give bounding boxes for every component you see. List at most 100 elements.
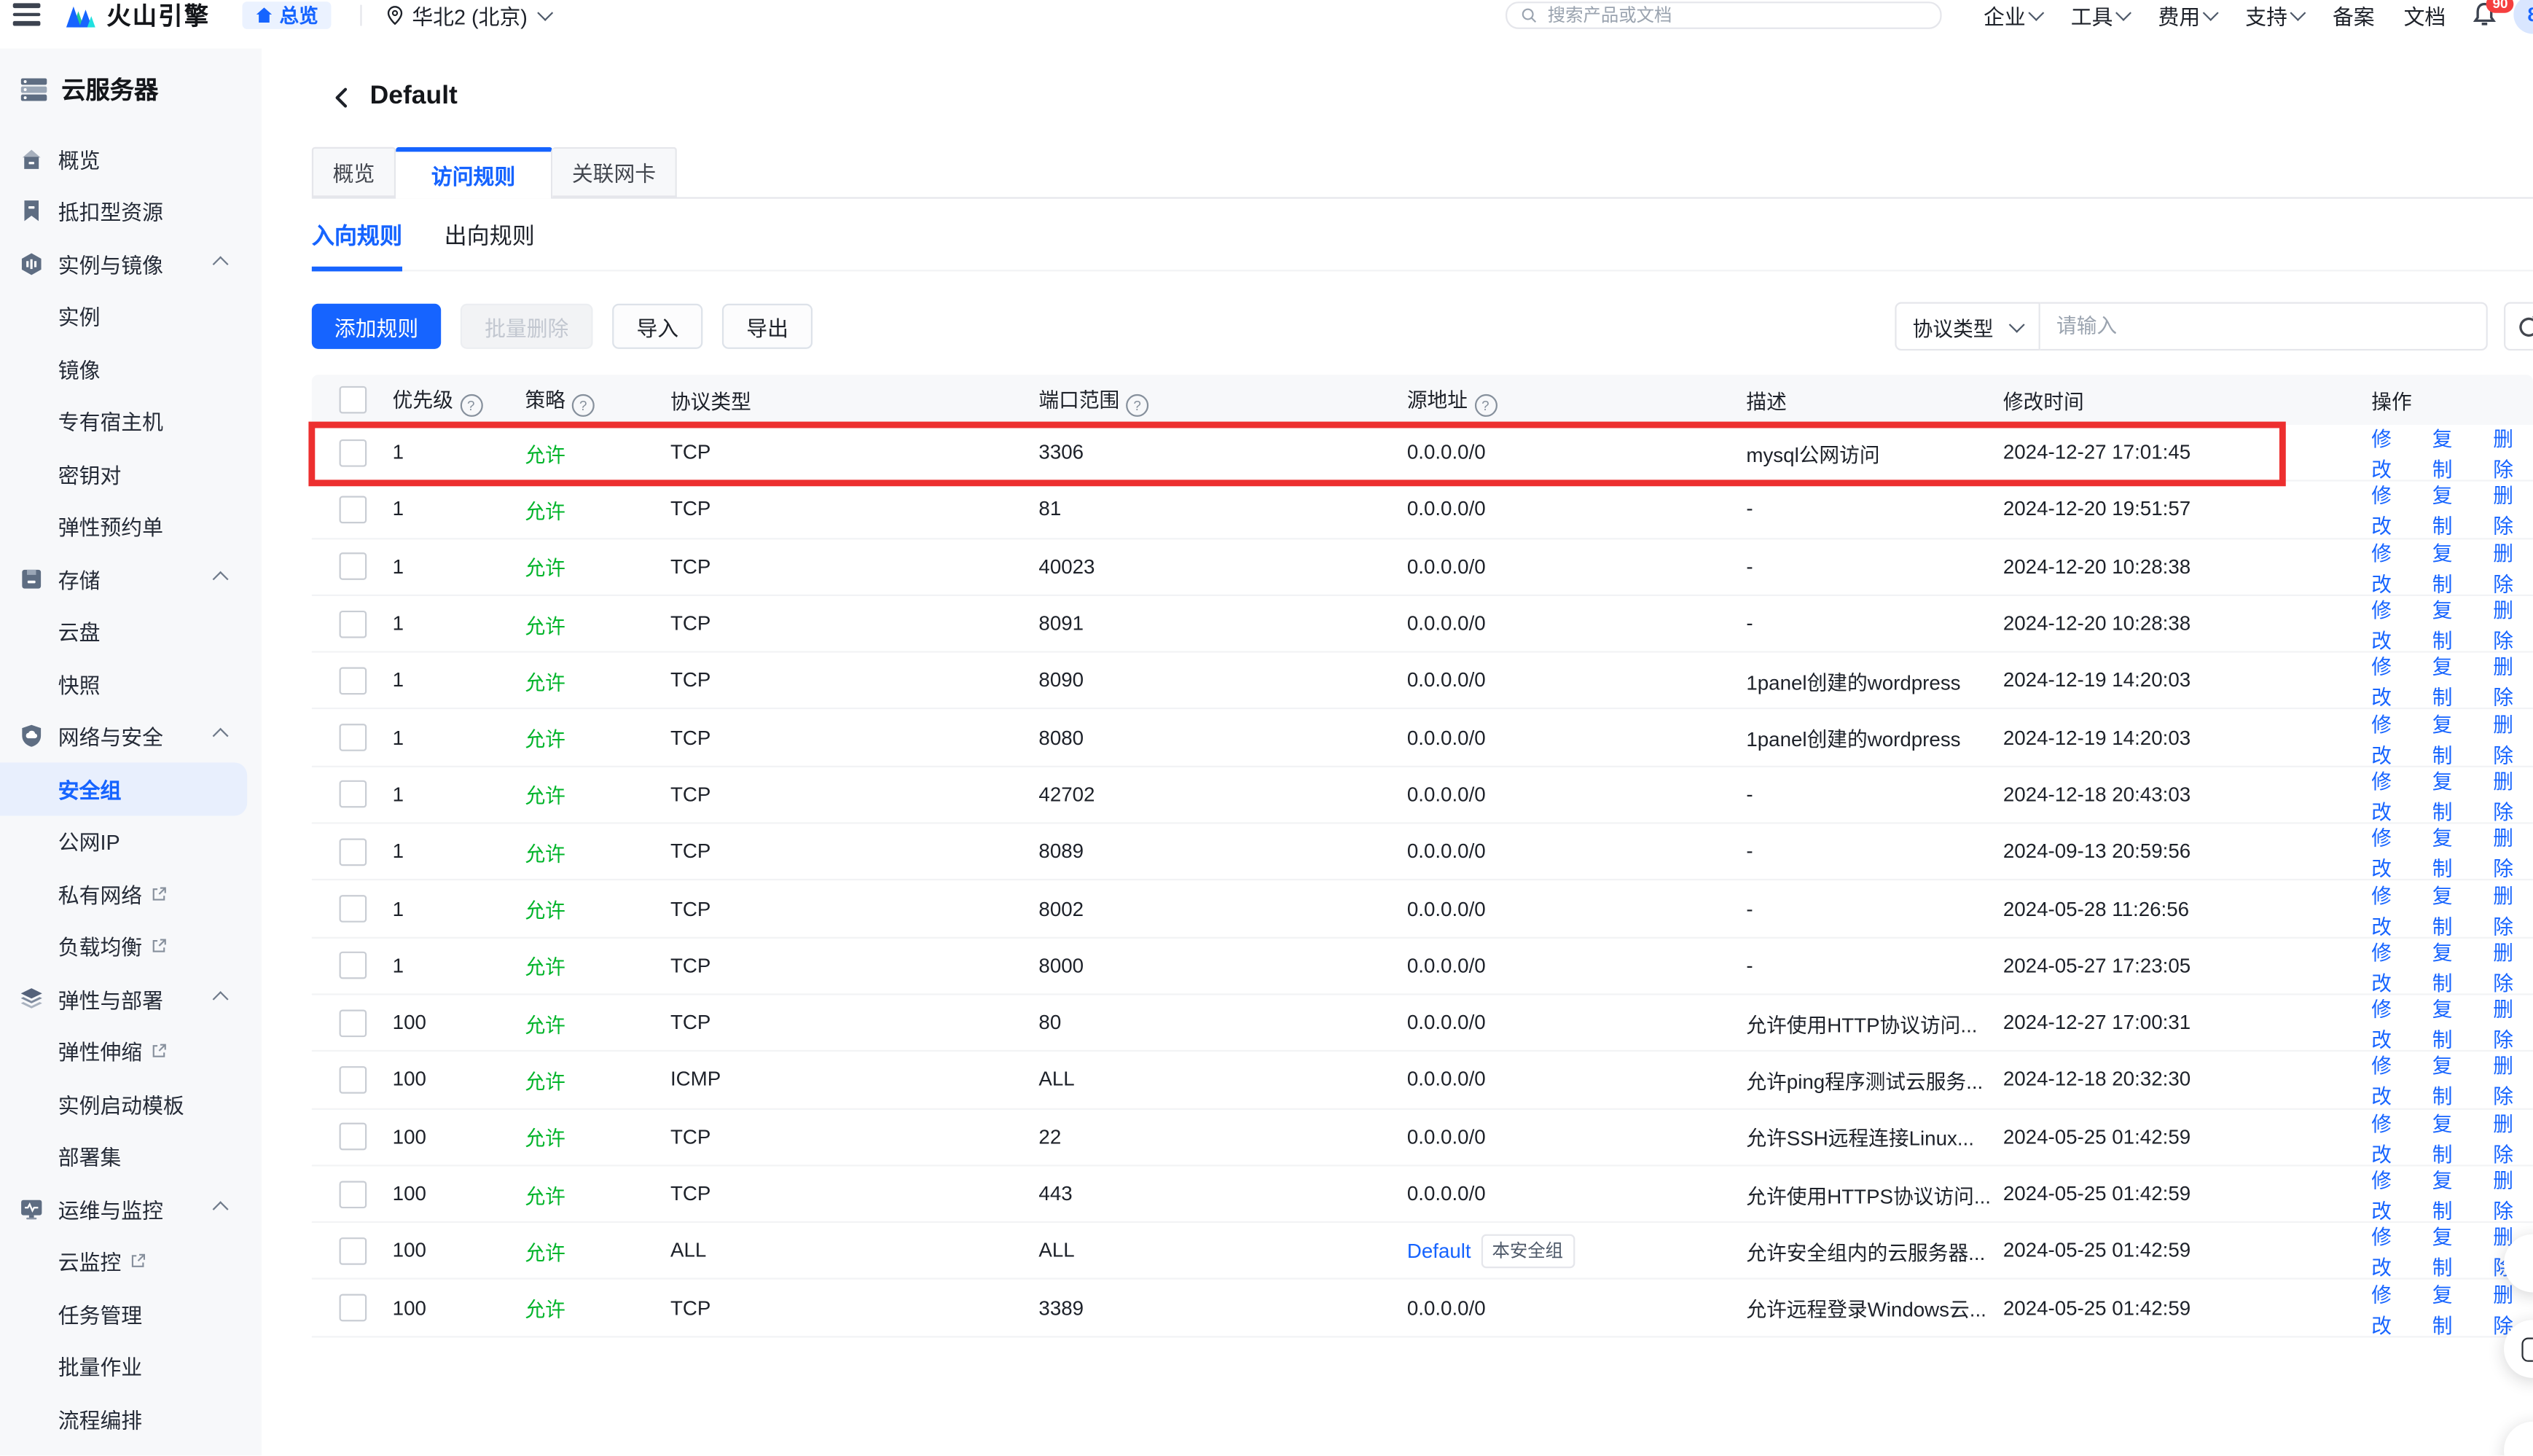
copy-link[interactable]: 复制 [2432,1277,2473,1339]
edit-link[interactable]: 修改 [2371,821,2411,882]
sidebar-item[interactable]: 运维与监控 [0,1183,262,1235]
edit-link[interactable]: 修改 [2371,992,2411,1053]
region-selector[interactable]: 华北2 (北京) [385,0,550,30]
refresh-button[interactable] [2504,302,2533,351]
sidebar-item[interactable]: 概览 [0,133,262,185]
delete-link[interactable]: 删除 [2493,878,2533,939]
row-checkbox[interactable] [340,952,367,979]
copy-link[interactable]: 复制 [2432,536,2473,597]
copy-link[interactable]: 复制 [2432,479,2473,540]
delete-link[interactable]: 删除 [2493,650,2533,711]
copy-link[interactable]: 复制 [2432,764,2473,825]
sidebar-item[interactable]: 快照 [0,657,262,710]
delete-link[interactable]: 删除 [2493,593,2533,654]
edit-link[interactable]: 修改 [2371,593,2411,654]
sidebar-item[interactable]: 抵扣型资源 [0,185,262,238]
copy-link[interactable]: 复制 [2432,992,2473,1053]
row-checkbox[interactable] [340,439,367,466]
select-all-checkbox[interactable] [340,386,367,414]
help-icon[interactable]: ? [460,394,482,417]
copy-link[interactable]: 复制 [2432,1049,2473,1111]
export-button[interactable]: 导出 [722,304,813,349]
copy-link[interactable]: 复制 [2432,707,2473,768]
delete-link[interactable]: 删除 [2493,992,2533,1053]
add-rule-button[interactable]: 添加规则 [312,304,441,349]
row-checkbox[interactable] [340,1009,367,1037]
help-icon[interactable]: ? [572,394,595,417]
copy-link[interactable]: 复制 [2432,935,2473,996]
logo[interactable]: 火山引擎 [66,0,210,31]
filter-input[interactable] [2040,302,2488,351]
row-checkbox[interactable] [340,496,367,523]
nav-menu-item[interactable]: 文档 [2404,0,2446,30]
edit-link[interactable]: 修改 [2371,1049,2411,1111]
protocol-type-select[interactable]: 协议类型 [1895,302,2040,351]
edit-link[interactable]: 修改 [2371,1163,2411,1224]
edit-link[interactable]: 修改 [2371,422,2411,483]
sidebar-item[interactable]: 弹性预约单 [0,500,262,552]
copy-link[interactable]: 复制 [2432,1163,2473,1224]
tab-item[interactable]: 关联网卡 [552,147,677,197]
edit-link[interactable]: 修改 [2371,878,2411,939]
copy-link[interactable]: 复制 [2432,878,2473,939]
edit-link[interactable]: 修改 [2371,764,2411,825]
delete-link[interactable]: 删除 [2493,422,2533,483]
sidebar-item[interactable]: 批量作业 [0,1340,262,1393]
help-icon[interactable]: ? [1126,394,1148,417]
sidebar-item[interactable]: 云监控 [0,1235,262,1288]
edit-link[interactable]: 修改 [2371,935,2411,996]
sidebar-item[interactable]: 弹性与部署 [0,973,262,1025]
row-checkbox[interactable] [340,1066,367,1094]
sidebar-item[interactable]: 网络与安全 [0,710,262,762]
help-icon[interactable]: ? [1474,394,1497,417]
edit-link[interactable]: 修改 [2371,1106,2411,1167]
notifications-button[interactable]: 90 [2472,1,2497,27]
delete-link[interactable]: 删除 [2493,1163,2533,1224]
row-checkbox[interactable] [340,1237,367,1265]
row-checkbox[interactable] [340,781,367,809]
edit-link[interactable]: 修改 [2371,1220,2411,1281]
tab-item[interactable]: 概览 [312,147,396,197]
subtab-item[interactable]: 出向规则 [445,219,535,271]
sidebar-item[interactable]: 云盘 [0,605,262,657]
sidebar-item[interactable]: 实例启动模板 [0,1078,262,1130]
copy-link[interactable]: 复制 [2432,422,2473,483]
import-button[interactable]: 导入 [612,304,702,349]
subtab-active[interactable]: 入向规则 [312,219,402,271]
batch-delete-button[interactable]: 批量删除 [461,304,593,349]
sidebar-item[interactable]: 部署集 [0,1130,262,1183]
search-input[interactable] [1544,4,1940,27]
search-box[interactable] [1506,1,1942,29]
sidebar-item[interactable]: 存储 [0,552,262,605]
row-checkbox[interactable] [340,1123,367,1151]
sidebar-item[interactable]: 私有网络 [0,867,262,920]
nav-menu-item[interactable]: 费用 [2158,0,2217,30]
sidebar-item[interactable]: 任务管理 [0,1288,262,1340]
menu-icon[interactable] [13,4,41,25]
row-checkbox[interactable] [340,895,367,923]
sidebar-item[interactable]: 实例与镜像 [0,238,262,290]
nav-menu-item[interactable]: 工具 [2071,0,2129,30]
edit-link[interactable]: 修改 [2371,707,2411,768]
delete-link[interactable]: 删除 [2493,536,2533,597]
copy-link[interactable]: 复制 [2432,1106,2473,1167]
sidebar-item[interactable]: 流程编排 [0,1393,262,1445]
sidebar-item[interactable]: 负载均衡 [0,920,262,972]
row-checkbox[interactable] [340,838,367,866]
row-checkbox[interactable] [340,610,367,638]
row-checkbox[interactable] [340,1294,367,1322]
edit-link[interactable]: 修改 [2371,479,2411,540]
avatar[interactable]: 8 [2513,0,2533,34]
edit-link[interactable]: 修改 [2371,536,2411,597]
sidebar-item[interactable]: 镜像 [0,343,262,395]
copy-link[interactable]: 复制 [2432,1220,2473,1281]
copy-link[interactable]: 复制 [2432,593,2473,654]
copy-link[interactable]: 复制 [2432,821,2473,882]
nav-menu-item[interactable]: 支持 [2245,0,2303,30]
row-checkbox[interactable] [340,1180,367,1208]
nav-menu-item[interactable]: 备案 [2333,0,2375,30]
delete-link[interactable]: 删除 [2493,1106,2533,1167]
delete-link[interactable]: 删除 [2493,479,2533,540]
overview-button[interactable]: 总览 [243,1,332,28]
sidebar-item[interactable]: 专有宿主机 [0,395,262,447]
